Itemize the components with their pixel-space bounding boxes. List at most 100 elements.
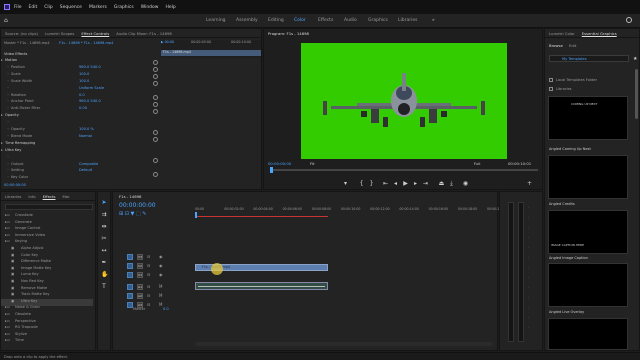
track-header[interactable]: A3 ⊟ M xyxy=(113,302,499,312)
graphic-thumb-credits[interactable] xyxy=(548,155,628,199)
stopwatch-icon[interactable]: ◦ xyxy=(7,175,9,179)
playhead-icon[interactable] xyxy=(195,212,197,218)
menu-edit[interactable]: Edit xyxy=(29,5,38,10)
pen-tool-icon[interactable]: ✒ xyxy=(101,260,107,266)
workspace-libraries[interactable]: Libraries xyxy=(398,18,417,23)
keyframe-toggle-icon[interactable] xyxy=(153,102,158,107)
workspace-color[interactable]: Color xyxy=(294,18,306,23)
graphic-thumb-next[interactable] xyxy=(548,318,628,350)
libraries-checkbox[interactable] xyxy=(549,87,553,91)
stopwatch-icon[interactable]: ◦ xyxy=(7,106,9,110)
effect-row-value[interactable]: Uniform Scale xyxy=(79,86,104,90)
lock-icon[interactable]: ⊟ xyxy=(147,302,150,307)
effect-row[interactable]: ◦ Key Color xyxy=(1,175,159,182)
timeline-timecode[interactable]: 00:00:00:00 xyxy=(119,202,156,209)
track-name[interactable]: V1 xyxy=(137,272,143,279)
workspace-audio[interactable]: Audio xyxy=(344,18,357,23)
go-to-in-icon[interactable]: ⇤ xyxy=(382,180,389,187)
effects-folder[interactable]: ▸▭ Time xyxy=(1,338,93,345)
track-name[interactable]: V3 xyxy=(137,254,143,260)
sequence-clip-label[interactable]: F1s - 14698 * F1s - 14698.mp4 xyxy=(59,41,113,45)
master-volume-value[interactable]: 0.0 xyxy=(163,307,169,311)
mute-icon[interactable]: M xyxy=(159,284,162,289)
keyframe-toggle-icon[interactable] xyxy=(153,81,158,86)
source-patch-icon[interactable] xyxy=(127,254,133,260)
tab-lumetri-scopes[interactable]: Lumetri Scopes xyxy=(45,31,74,36)
eye-icon[interactable]: ◉ xyxy=(159,254,163,259)
effect-row-value[interactable]: Composite xyxy=(79,162,98,166)
source-patch-icon[interactable] xyxy=(127,263,133,270)
keyframe-toggle-icon[interactable] xyxy=(153,60,158,65)
effect-row-value[interactable]: 100.0 xyxy=(79,79,89,83)
eye-icon[interactable]: ◉ xyxy=(159,263,163,268)
tab-lumetri-color[interactable]: Lumetri Color xyxy=(549,31,575,36)
more-workspaces-icon[interactable]: » xyxy=(432,18,435,23)
mark-in-icon[interactable]: { xyxy=(358,180,365,187)
tab-markers[interactable]: Mar xyxy=(63,194,70,199)
tab-audio-clip-mixer[interactable]: Audio Clip Mixer: F1s - 14698 xyxy=(116,31,172,36)
step-forward-icon[interactable]: ▸ xyxy=(412,180,419,187)
tab-essential-graphics[interactable]: Essential Graphics xyxy=(582,31,617,36)
menu-sequence[interactable]: Sequence xyxy=(60,5,82,10)
expand-arrow-icon[interactable]: ▸ xyxy=(1,148,3,152)
tab-source[interactable]: Source: (no clips) xyxy=(5,31,38,36)
a1-clip[interactable] xyxy=(195,282,328,290)
go-to-out-icon[interactable]: ⇥ xyxy=(422,180,429,187)
playback-quality-dropdown[interactable]: Full xyxy=(474,161,481,166)
zoom-fit-dropdown[interactable]: Fit xyxy=(310,161,314,166)
lock-icon[interactable]: ⊟ xyxy=(147,293,150,298)
stopwatch-icon[interactable]: ◦ xyxy=(7,168,9,172)
stopwatch-icon[interactable]: ◦ xyxy=(7,162,9,166)
effect-row-value[interactable]: 0.00 xyxy=(79,106,87,110)
stopwatch-icon[interactable]: ◦ xyxy=(7,120,9,124)
tab-info[interactable]: Info xyxy=(28,194,35,199)
add-marker-icon[interactable]: ▾ xyxy=(342,180,349,187)
workspace-graphics[interactable]: Graphics xyxy=(368,18,388,23)
stopwatch-icon[interactable]: ◦ xyxy=(7,93,9,97)
play-icon[interactable]: ▶ xyxy=(402,180,409,187)
star-icon[interactable]: ★ xyxy=(633,56,637,62)
selection-tool-icon[interactable]: ➤ xyxy=(101,200,107,206)
workspace-assembly[interactable]: Assembly xyxy=(236,18,258,23)
tab-browse[interactable]: Browse xyxy=(549,43,563,48)
effect-row-value[interactable]: 960.0 540.0 xyxy=(79,65,101,69)
lock-icon[interactable]: ⊟ xyxy=(147,284,150,289)
add-button-icon[interactable]: + xyxy=(526,180,533,187)
stopwatch-icon[interactable]: ◦ xyxy=(7,79,9,83)
local-templates-checkbox[interactable] xyxy=(549,78,553,82)
timeline-tools-icon[interactable]: ⊞ ⊡ ▼ ⬚ ✎ xyxy=(119,211,147,217)
search-icon[interactable] xyxy=(626,17,632,23)
source-patch-icon[interactable] xyxy=(127,272,133,279)
stopwatch-icon[interactable]: ◦ xyxy=(7,72,9,76)
graphic-thumb-coming-up-next[interactable]: COMING UP NEXT xyxy=(548,96,628,140)
keyframe-toggle-icon[interactable] xyxy=(153,137,158,142)
graphics-scrollbar[interactable] xyxy=(635,69,638,119)
keyframe-toggle-icon[interactable] xyxy=(153,158,158,163)
effect-row-value[interactable]: Default xyxy=(79,168,92,172)
keyframe-toggle-icon[interactable] xyxy=(153,74,158,79)
program-monitor-title[interactable]: Program: F1s - 14698 xyxy=(268,31,309,36)
effect-row-value[interactable]: Normal xyxy=(79,134,92,138)
stopwatch-icon[interactable]: ◦ xyxy=(7,99,9,103)
razor-tool-icon[interactable]: ✂ xyxy=(101,236,107,242)
keyframe-toggle-icon[interactable] xyxy=(153,130,158,135)
lift-icon[interactable]: ⏏ xyxy=(438,180,445,187)
stopwatch-icon[interactable]: ◦ xyxy=(7,86,9,90)
effect-controls-timecode[interactable]: 00:00:00:00 xyxy=(4,183,26,187)
menu-help[interactable]: Help xyxy=(165,5,175,10)
stopwatch-icon[interactable]: ◦ xyxy=(7,155,9,159)
effects-search-input[interactable] xyxy=(5,204,93,210)
work-area-bar[interactable] xyxy=(195,216,328,217)
tab-effects[interactable]: Effects xyxy=(43,194,56,199)
ripple-edit-tool-icon[interactable]: ⇹ xyxy=(101,224,107,230)
templates-dropdown[interactable]: My Templates xyxy=(549,55,629,62)
effect-row-value[interactable]: 100.0 % xyxy=(79,127,94,131)
timeline-sequence-tab[interactable]: F1s - 14698 xyxy=(119,194,141,199)
type-tool-icon[interactable]: T xyxy=(101,284,107,290)
workspace-learning[interactable]: Learning xyxy=(206,18,226,23)
mute-icon[interactable]: M xyxy=(159,293,162,298)
keyframe-toggle-icon[interactable] xyxy=(153,109,158,114)
menu-graphics[interactable]: Graphics xyxy=(114,5,134,10)
eye-icon[interactable]: ◉ xyxy=(159,272,163,277)
menu-file[interactable]: File xyxy=(14,5,22,10)
